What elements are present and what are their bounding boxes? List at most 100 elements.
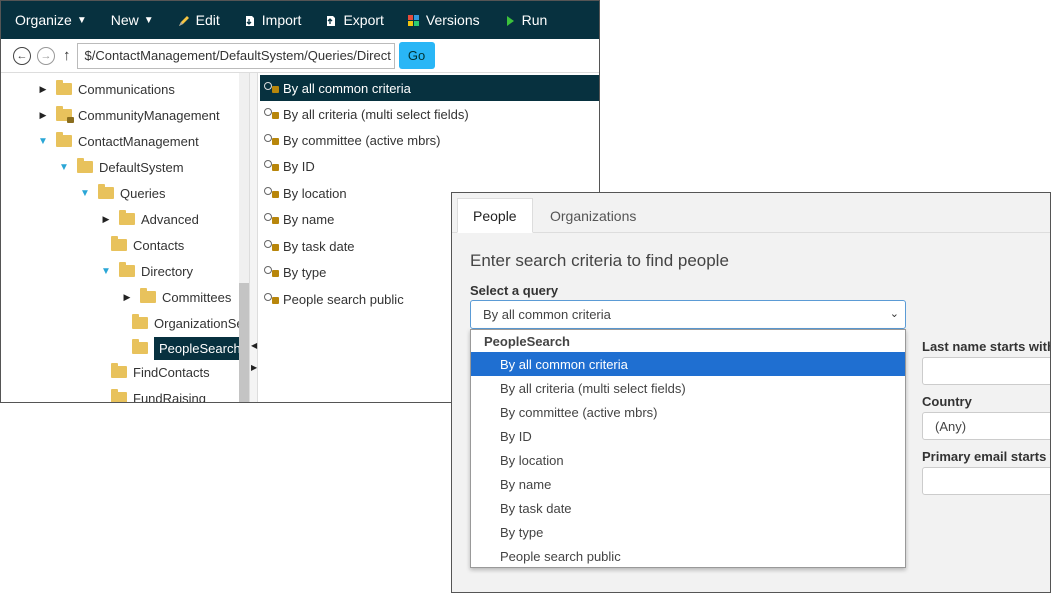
query-icon (264, 160, 280, 172)
export-button[interactable]: Export (325, 12, 384, 28)
query-icon (264, 187, 280, 199)
new-label: New (110, 12, 139, 28)
folder-icon (56, 80, 72, 95)
query-label: By location (283, 185, 347, 201)
dropdown-option[interactable]: By type (471, 520, 905, 544)
expand-arrow-icon[interactable]: ▶ (100, 214, 112, 225)
dropdown-option[interactable]: By name (471, 472, 905, 496)
expand-arrow-icon[interactable]: ▶ (37, 84, 49, 95)
tree-item-label: Contacts (133, 237, 185, 253)
tree-item-directory[interactable]: ▼ Directory (100, 258, 193, 284)
tree-item-label: FindContacts (133, 364, 210, 380)
tree-item-label: OrganizationSe (154, 315, 239, 331)
caret-down-icon: ▼ (143, 14, 154, 26)
toolbar: Organize ▼ New ▼ Edit Import Export Versio… (1, 1, 599, 39)
query-icon (264, 108, 280, 120)
forward-icon[interactable]: → (37, 46, 55, 65)
tab-people[interactable]: People (457, 198, 533, 233)
query-select[interactable]: By all common criteria ⌄ (470, 300, 906, 329)
scrollbar-thumb[interactable] (239, 283, 249, 402)
run-button[interactable]: Run (504, 12, 548, 28)
dropdown-option[interactable]: By all criteria (multi select fields) (471, 376, 905, 400)
export-icon (325, 14, 337, 26)
pane-splitter[interactable]: ◀ ▶ (249, 73, 258, 402)
tree-item-committees[interactable]: ▶ Committees (121, 284, 231, 310)
tab-bar: People Organizations (452, 193, 1050, 233)
edit-button[interactable]: Edit (178, 12, 220, 28)
tree-item-contactmanagement[interactable]: ▼ ContactManagement (37, 128, 199, 154)
folder-icon (111, 236, 127, 251)
collapse-arrow-icon[interactable]: ▼ (79, 188, 91, 199)
tree-item-label: Queries (120, 185, 166, 201)
tree-item-communitymanagement[interactable]: ▶ CommunityManagement (37, 102, 220, 128)
query-item[interactable]: By committee (active mbrs) (260, 127, 599, 153)
tree-item-label: ContactManagement (78, 133, 199, 149)
tree-item-communications[interactable]: ▶ Communications (37, 76, 175, 102)
tree-item-label: CommunityManagement (78, 107, 220, 123)
expand-arrow-icon[interactable]: ▶ (121, 292, 133, 303)
tree-item-contacts[interactable]: Contacts (111, 232, 184, 258)
query-item[interactable]: By all criteria (multi select fields) (260, 101, 599, 127)
email-label: Primary email starts with (922, 449, 1050, 464)
dropdown-option[interactable]: By location (471, 448, 905, 472)
query-icon (264, 213, 280, 225)
last-name-input[interactable] (922, 357, 1050, 385)
go-button[interactable]: Go (398, 42, 435, 69)
collapse-left-icon[interactable]: ◀ (251, 341, 257, 350)
import-label: Import (261, 12, 302, 28)
back-icon[interactable]: ← (13, 46, 31, 65)
import-button[interactable]: Import (244, 12, 302, 28)
dropdown-option[interactable]: By task date (471, 496, 905, 520)
dropdown-option[interactable]: By ID (471, 424, 905, 448)
tree-item-defaultsystem[interactable]: ▼ DefaultSystem (58, 154, 184, 180)
address-bar: ← → ↑ $/ContactManagement/DefaultSystem/… (1, 39, 599, 73)
country-select[interactable]: (Any) (922, 412, 1050, 440)
run-label: Run (521, 12, 548, 28)
chevron-down-icon: ⌄ (889, 308, 899, 320)
query-item[interactable]: By ID (260, 153, 599, 179)
locked-folder-icon (56, 106, 74, 123)
tree-item-queries[interactable]: ▼ Queries (79, 180, 166, 206)
tree-item-label: PeopleSearch (154, 336, 239, 360)
tab-organizations[interactable]: Organizations (535, 198, 651, 233)
tree-item-fundraising[interactable]: FundRaising (111, 385, 206, 403)
tree-item-label: Advanced (141, 211, 199, 227)
organize-menu[interactable]: Organize ▼ (15, 12, 87, 28)
query-icon (264, 82, 280, 94)
export-label: Export (343, 12, 384, 28)
tree-item-label: Directory (141, 263, 194, 279)
up-arrow-icon[interactable]: ↑ (63, 47, 71, 64)
versions-button[interactable]: Versions (407, 12, 480, 28)
query-icon (264, 293, 280, 305)
folder-icon (119, 262, 135, 277)
dropdown-option[interactable]: By all common criteria (471, 352, 905, 376)
folder-icon (119, 210, 135, 225)
search-heading: Enter search criteria to find people (470, 251, 729, 270)
tree-item-advanced[interactable]: ▶ Advanced (100, 206, 199, 232)
dropdown-option[interactable]: By committee (active mbrs) (471, 400, 905, 424)
query-item[interactable]: By all common criteria (260, 75, 599, 101)
tree-item-label: FundRaising (133, 390, 206, 403)
expand-right-icon[interactable]: ▶ (251, 363, 257, 372)
lock-icon (67, 117, 74, 123)
folder-icon (111, 363, 127, 378)
collapse-arrow-icon[interactable]: ▼ (58, 162, 70, 173)
dropdown-group-label: PeopleSearch (484, 334, 570, 349)
tree-item-findcontacts[interactable]: FindContacts (111, 359, 210, 385)
query-select-value: By all common criteria (483, 307, 611, 322)
query-icon (264, 240, 280, 252)
collapse-arrow-icon[interactable]: ▼ (37, 136, 49, 147)
query-dropdown: PeopleSearch By all common criteria By a… (470, 329, 906, 568)
versions-label: Versions (425, 12, 480, 28)
country-label: Country (922, 394, 972, 409)
dropdown-option[interactable]: People search public (471, 544, 905, 568)
versions-icon (407, 14, 420, 26)
tree-scrollbar[interactable] (239, 73, 249, 402)
expand-arrow-icon[interactable]: ▶ (37, 110, 49, 121)
folder-icon (56, 132, 72, 147)
collapse-arrow-icon[interactable]: ▼ (100, 266, 112, 277)
email-input[interactable] (922, 467, 1050, 495)
path-input[interactable]: $/ContactManagement/DefaultSystem/Querie… (76, 42, 395, 69)
new-menu[interactable]: New ▼ (111, 12, 154, 28)
tree-item-label: Committees (162, 289, 232, 305)
